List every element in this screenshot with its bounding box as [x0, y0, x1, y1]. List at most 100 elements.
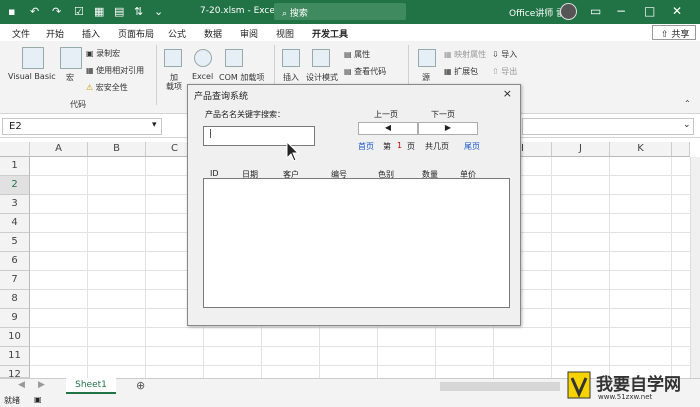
- redo-icon[interactable]: ↷: [52, 5, 61, 18]
- row-header[interactable]: 6: [0, 252, 30, 271]
- vertical-scrollbar[interactable]: [690, 157, 700, 378]
- row-header[interactable]: 1: [0, 157, 30, 176]
- collapse-ribbon-icon[interactable]: ⌃: [684, 99, 691, 108]
- status-text: 就绪: [4, 396, 20, 405]
- grid-line: [551, 157, 552, 378]
- row-header[interactable]: 9: [0, 309, 30, 328]
- prev-sheet-icon[interactable]: ◀: [18, 380, 25, 390]
- customize-qat-icon[interactable]: ⌄: [154, 5, 163, 18]
- properties-button[interactable]: ▤ 属性: [344, 49, 370, 60]
- prev-page-label: 上一页: [374, 110, 398, 119]
- title-bar: ▪ ↶ ↷ ☑ ▦ ▤ ⇅ ⌄ 7-20.xlsm - Excel ⌕ 搜索 O…: [0, 0, 700, 24]
- view-code-button[interactable]: ▤ 查看代码: [344, 66, 386, 77]
- checkbox-icon[interactable]: ☑: [74, 5, 84, 18]
- arrow-right-icon: ▶: [444, 123, 452, 132]
- sheet-tab[interactable]: Sheet1: [66, 378, 116, 394]
- search-box[interactable]: ⌕ 搜索: [274, 3, 406, 20]
- export-button[interactable]: ⇧ 导出: [492, 66, 517, 77]
- tab-view[interactable]: 视图: [276, 27, 294, 40]
- share-button[interactable]: ⇧ 共享: [652, 25, 696, 40]
- grid-line: [609, 157, 610, 378]
- design-mode-button[interactable]: 设计模式: [306, 72, 338, 83]
- tab-review[interactable]: 审阅: [240, 27, 258, 40]
- horizontal-scrollbar[interactable]: [440, 382, 560, 391]
- toolbox-icon[interactable]: [282, 49, 300, 67]
- column-header[interactable]: A: [30, 142, 88, 157]
- expansion-pack-button[interactable]: ▦ 扩展包: [444, 66, 478, 77]
- visual-basic-icon[interactable]: [22, 47, 44, 69]
- search-label: 产品名名关键字搜索：: [205, 110, 285, 119]
- formula-input[interactable]: [522, 118, 694, 135]
- row-header[interactable]: 12: [0, 366, 30, 380]
- next-page-button[interactable]: ▶: [418, 122, 478, 135]
- row-header[interactable]: 11: [0, 347, 30, 366]
- code-group-label: 代码: [70, 100, 86, 109]
- grid-line: [87, 157, 88, 378]
- tab-page-layout[interactable]: 页面布局: [118, 27, 154, 40]
- insert-control-button[interactable]: 插入: [283, 72, 299, 83]
- design-mode-icon[interactable]: [312, 49, 330, 67]
- source-button[interactable]: 源: [422, 72, 430, 83]
- warning-icon: ⚠: [86, 83, 94, 92]
- tab-insert[interactable]: 插入: [82, 27, 100, 40]
- table-icon[interactable]: ▦: [94, 5, 104, 18]
- grid-line: [30, 365, 690, 366]
- product-query-dialog: 产品查询系统 × 产品名名关键字搜索： | 上一页 下一页 ◀ ▶ 首页 第 1…: [187, 84, 521, 326]
- source-icon[interactable]: [418, 49, 436, 67]
- expand-formula-icon[interactable]: ⌄: [683, 120, 691, 130]
- grid-line: [30, 346, 690, 347]
- arrow-left-icon: ◀: [384, 123, 392, 132]
- first-page-link[interactable]: 首页: [358, 141, 374, 152]
- macro-button[interactable]: 宏: [66, 72, 74, 83]
- page-suffix: 页: [407, 142, 415, 151]
- gear-icon[interactable]: [194, 49, 212, 67]
- macro-record-icon[interactable]: ▣: [34, 395, 42, 404]
- map-properties-button[interactable]: ▦ 映射属性: [444, 49, 486, 60]
- column-header[interactable]: J: [552, 142, 610, 157]
- addins-icon[interactable]: [164, 49, 182, 67]
- results-listbox[interactable]: [203, 178, 510, 308]
- select-all-corner[interactable]: [0, 142, 30, 157]
- avatar[interactable]: [560, 3, 577, 20]
- column-header[interactable]: K: [610, 142, 672, 157]
- relative-ref-button[interactable]: ▦ 使用相对引用: [86, 65, 144, 76]
- form-icon[interactable]: ▤: [114, 5, 124, 18]
- name-box-dropdown-icon[interactable]: ▾: [152, 120, 157, 130]
- tab-formulas[interactable]: 公式: [168, 27, 186, 40]
- prev-page-button[interactable]: ◀: [358, 122, 418, 135]
- row-header[interactable]: 2: [0, 176, 30, 195]
- import-button[interactable]: ⇩ 导入: [492, 49, 517, 60]
- row-header[interactable]: 5: [0, 233, 30, 252]
- last-page-link[interactable]: 尾页: [464, 141, 480, 152]
- maximize-button[interactable]: □: [644, 4, 655, 18]
- page-prefix: 第: [383, 142, 391, 151]
- next-sheet-icon[interactable]: ▶: [38, 380, 45, 390]
- macro-security-button[interactable]: ⚠ 宏安全性: [86, 82, 128, 93]
- tab-data[interactable]: 数据: [204, 27, 222, 40]
- excel-addins-button[interactable]: Excel: [192, 72, 213, 81]
- ribbon-tabs: 文件 开始 插入 页面布局 公式 数据 审阅 视图 开发工具: [0, 24, 700, 43]
- com-addins-icon[interactable]: [225, 49, 243, 67]
- ribbon-display-icon[interactable]: ▭: [590, 4, 601, 18]
- visual-basic-button[interactable]: Visual Basic: [8, 72, 56, 81]
- name-box[interactable]: E2: [2, 118, 162, 135]
- row-header[interactable]: 8: [0, 290, 30, 309]
- search-icon: ⌕: [282, 9, 290, 19]
- dialog-close-button[interactable]: ×: [503, 87, 512, 100]
- tab-home[interactable]: 开始: [46, 27, 64, 40]
- close-button[interactable]: ✕: [672, 4, 682, 18]
- row-header[interactable]: 10: [0, 328, 30, 347]
- row-header[interactable]: 3: [0, 195, 30, 214]
- row-header[interactable]: 7: [0, 271, 30, 290]
- save-icon[interactable]: ▪: [8, 5, 15, 18]
- minimize-button[interactable]: −: [616, 4, 626, 18]
- add-sheet-icon[interactable]: ⊕: [136, 379, 145, 392]
- macro-icon[interactable]: [60, 47, 82, 69]
- sort-icon[interactable]: ⇅: [134, 5, 143, 18]
- tab-file[interactable]: 文件: [12, 27, 30, 40]
- column-header[interactable]: B: [88, 142, 146, 157]
- row-header[interactable]: 4: [0, 214, 30, 233]
- record-macro-button[interactable]: ▣ 录制宏: [86, 48, 120, 59]
- undo-icon[interactable]: ↶: [30, 5, 39, 18]
- com-addins-button[interactable]: COM 加载项: [219, 72, 264, 83]
